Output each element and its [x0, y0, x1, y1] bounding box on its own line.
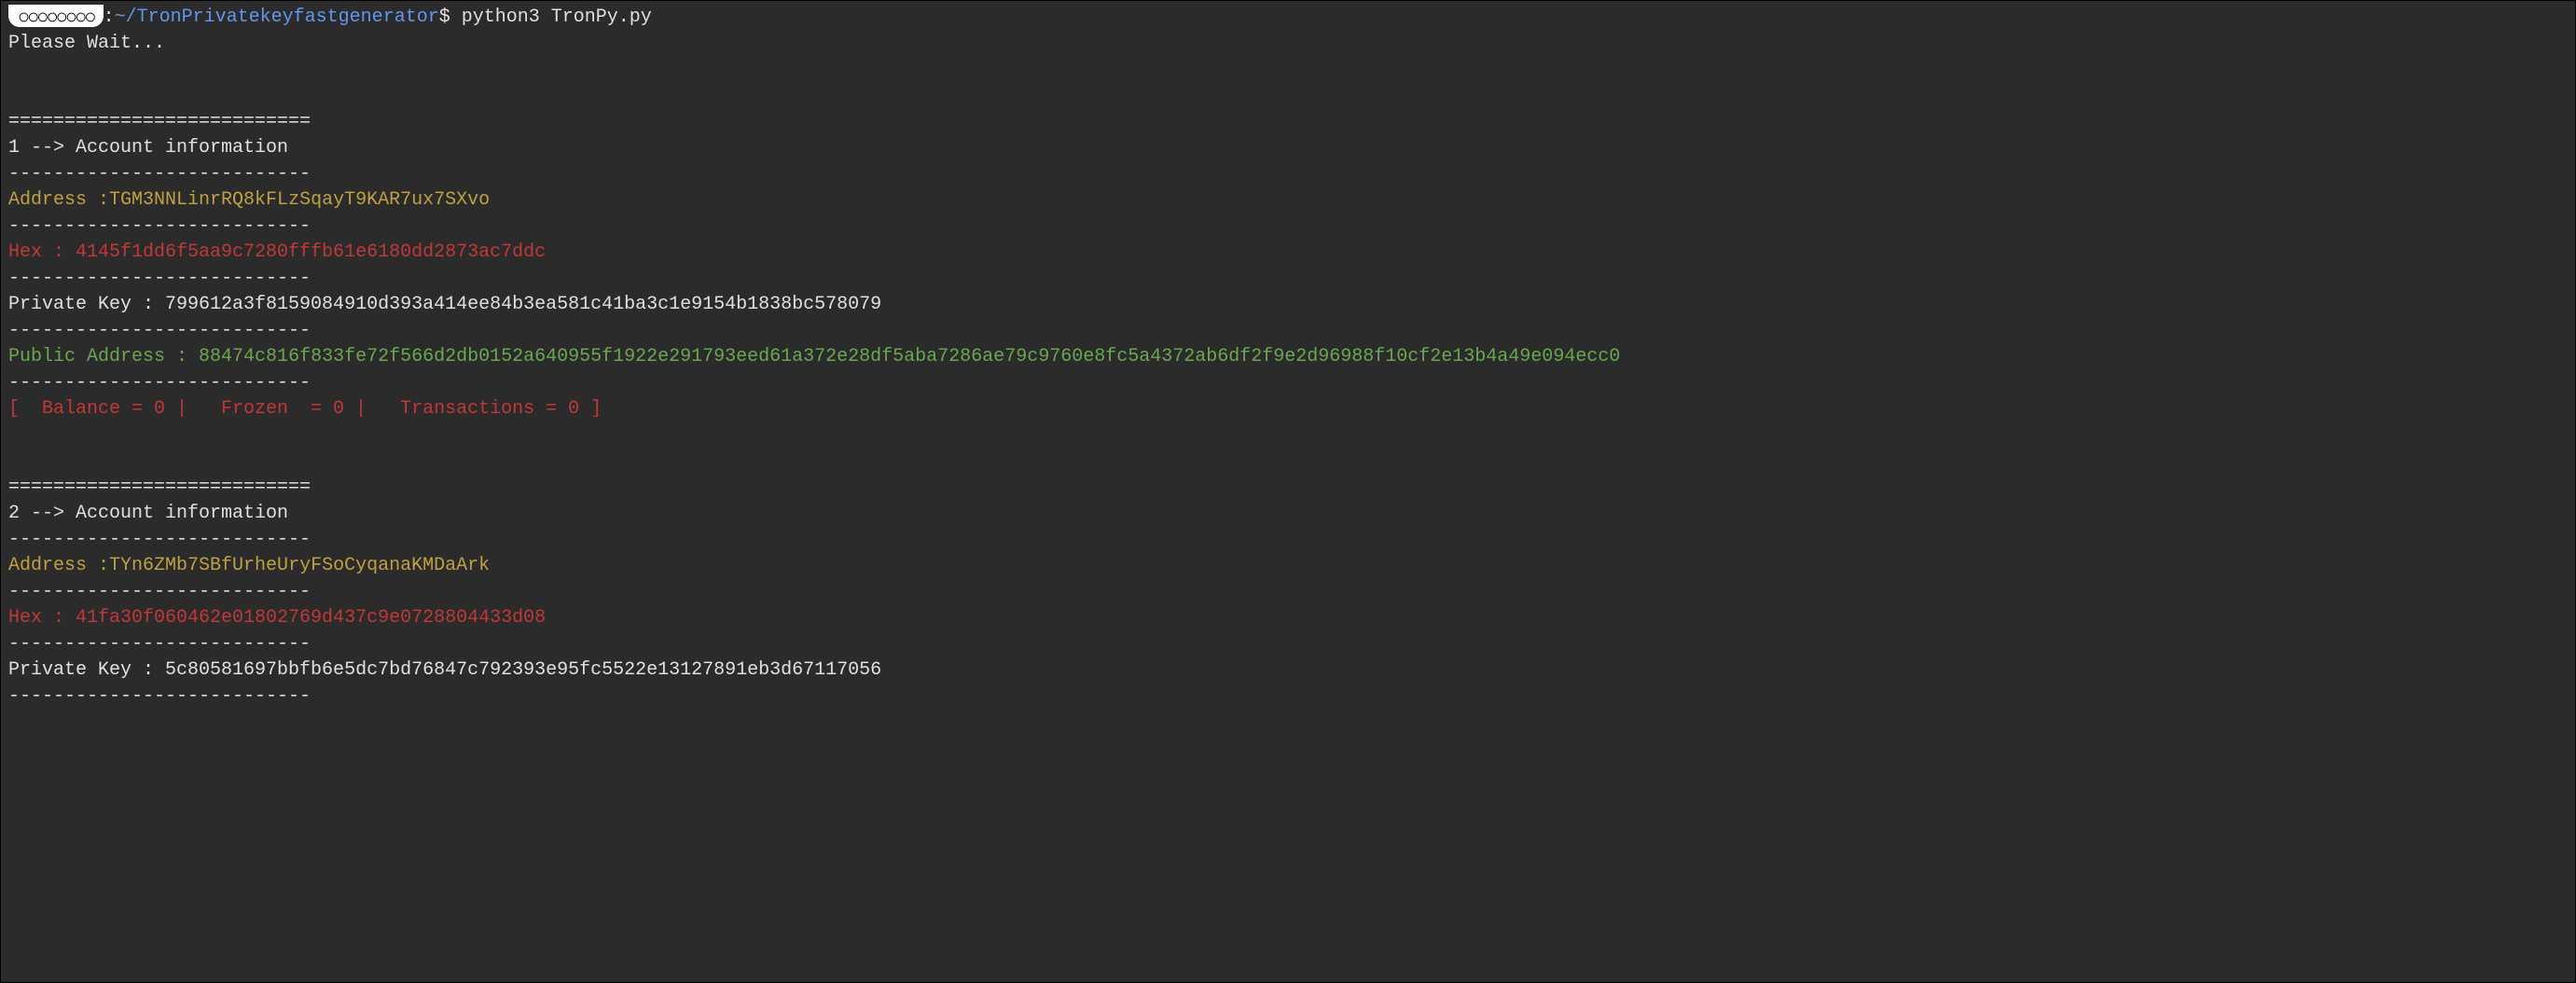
hex-line: Hex : 41fa30f060462e01802769d437c9e07288…: [8, 605, 2568, 631]
separator-dash: ---------------------------: [8, 631, 2568, 658]
hex-label: Hex :: [8, 242, 76, 263]
hex-label: Hex :: [8, 607, 76, 629]
account-header: 1 --> Account information: [8, 135, 2568, 161]
address-value: TGM3NNLinrRQ8kFLzSqayT9KAR7ux7SXvo: [109, 189, 490, 211]
separator-dash: ---------------------------: [8, 214, 2568, 240]
wait-text: Please Wait...: [8, 31, 2568, 57]
privkey-line: Private Key : 5c80581697bbfb6e5dc7bd7684…: [8, 658, 2568, 684]
separator-dash: ---------------------------: [8, 161, 2568, 187]
terminal-window[interactable]: ○○○○○○○○:~/TronPrivatekeyfastgenerator$ …: [0, 0, 2576, 983]
stats-line: [ Balance = 0 | Frozen = 0 | Transaction…: [8, 396, 2568, 422]
separator-eq: ===========================: [8, 475, 2568, 501]
hex-value: 4145f1dd6f5aa9c7280fffb61e6180dd2873ac7d…: [76, 242, 546, 263]
privkey-value: 5c80581697bbfb6e5dc7bd76847c792393e95fc5…: [165, 659, 881, 681]
pubaddr-label: Public Address :: [8, 346, 199, 367]
privkey-label: Private Key :: [8, 294, 165, 315]
hex-line: Hex : 4145f1dd6f5aa9c7280fffb61e6180dd28…: [8, 240, 2568, 266]
redacted-user: ○○○○○○○○: [8, 5, 104, 27]
prompt-path: ~/TronPrivatekeyfastgenerator: [115, 7, 439, 28]
privkey-label: Private Key :: [8, 659, 165, 681]
separator-dash: ---------------------------: [8, 527, 2568, 553]
privkey-value: 799612a3f8159084910d393a414ee84b3ea581c4…: [165, 294, 881, 315]
pubaddr-line: Public Address : 88474c816f833fe72f566d2…: [8, 344, 2568, 370]
address-line: Address :TGM3NNLinrRQ8kFLzSqayT9KAR7ux7S…: [8, 187, 2568, 214]
address-value: TYn6ZMb7SBfUrheUryFSoCyqanaKMDaArk: [109, 555, 490, 576]
hex-value: 41fa30f060462e01802769d437c9e0728804433d…: [76, 607, 546, 629]
address-label: Address :: [8, 189, 109, 211]
prompt-colon: :: [104, 7, 115, 28]
prompt-line: ○○○○○○○○:~/TronPrivatekeyfastgenerator$ …: [8, 5, 2568, 31]
address-label: Address :: [8, 555, 109, 576]
privkey-line: Private Key : 799612a3f8159084910d393a41…: [8, 292, 2568, 318]
address-line: Address :TYn6ZMb7SBfUrheUryFSoCyqanaKMDa…: [8, 553, 2568, 579]
separator-eq: ===========================: [8, 109, 2568, 135]
prompt-dollar: $: [439, 7, 462, 28]
separator-dash: ---------------------------: [8, 579, 2568, 605]
pubaddr-value: 88474c816f833fe72f566d2db0152a640955f192…: [199, 346, 1620, 367]
separator-dash: ---------------------------: [8, 684, 2568, 710]
separator-dash: ---------------------------: [8, 266, 2568, 292]
separator-dash: ---------------------------: [8, 370, 2568, 396]
separator-dash: ---------------------------: [8, 318, 2568, 344]
account-header: 2 --> Account information: [8, 501, 2568, 527]
prompt-command: python3 TronPy.py: [462, 7, 652, 28]
